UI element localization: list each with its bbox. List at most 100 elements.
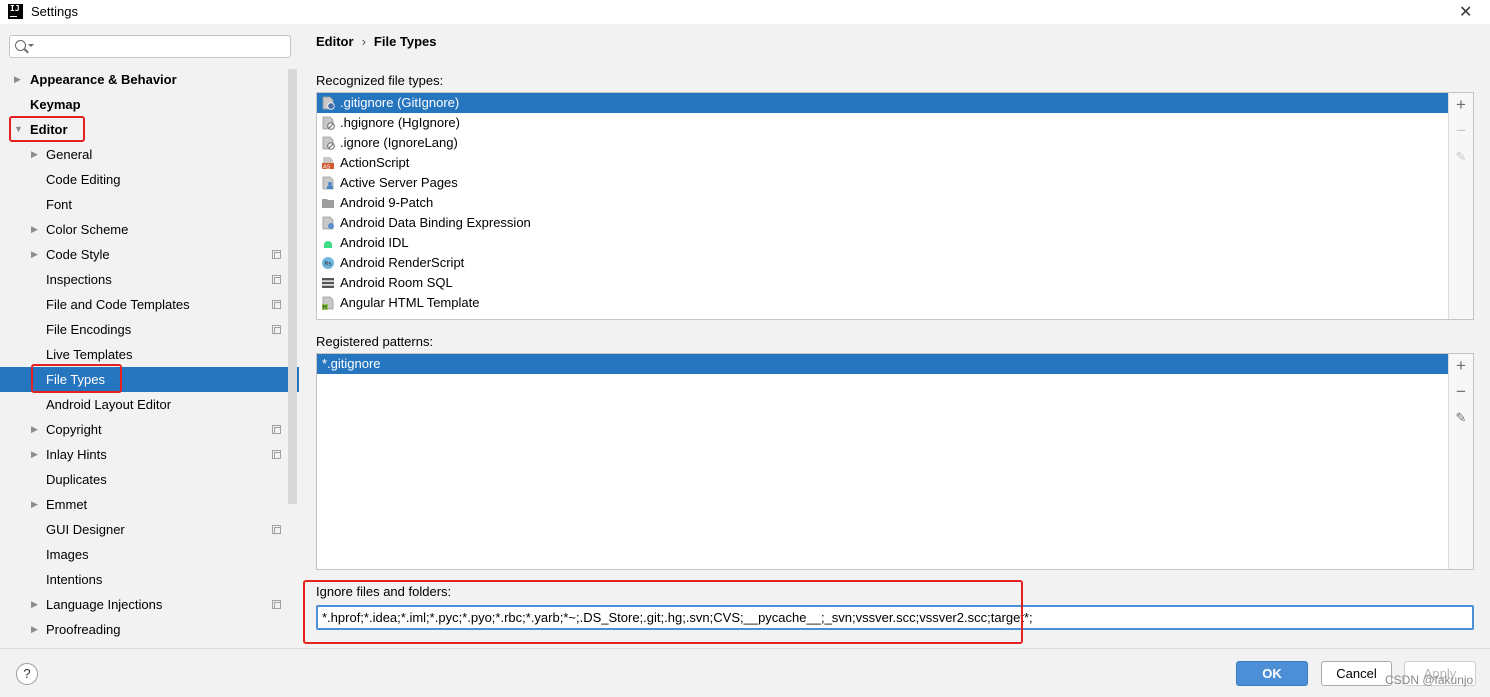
settings-sidebar: ▶ Appearance & Behavior Keymap ▼ Editor ▶ Gene… — [0, 24, 299, 648]
project-level-icon — [272, 425, 281, 434]
sidebar-item-label: Language Injections — [46, 597, 163, 612]
sidebar-item-label: File Types — [46, 372, 106, 387]
pattern-value: *.gitignore — [322, 356, 381, 371]
breadcrumb-parent[interactable]: Editor — [316, 34, 354, 49]
file-type-name: ActionScript — [340, 155, 410, 170]
gitignore-icon — [321, 96, 335, 110]
folder-icon — [321, 196, 335, 210]
file-type-row[interactable]: .ignore (IgnoreLang) — [317, 133, 1449, 153]
ignore-files-input[interactable] — [322, 609, 1462, 626]
ok-button[interactable]: OK — [1236, 661, 1308, 686]
file-type-row[interactable]: .gitignore (GitIgnore) — [317, 93, 1449, 113]
project-level-icon — [272, 250, 281, 259]
file-type-row[interactable]: Android Data Binding Expression — [317, 213, 1449, 233]
file-type-row[interactable]: Rs Android RenderScript — [317, 253, 1449, 273]
android-icon — [321, 236, 335, 250]
sidebar-item-intentions[interactable]: Intentions — [0, 567, 299, 592]
sidebar-item-appearance-behavior[interactable]: ▶ Appearance & Behavior — [0, 67, 299, 92]
file-type-row[interactable]: AS ActionScript — [317, 153, 1449, 173]
sidebar-item-label: File Encodings — [46, 322, 132, 337]
file-type-name: .hgignore (HgIgnore) — [340, 115, 460, 130]
file-type-name: .gitignore (GitIgnore) — [340, 95, 460, 110]
file-types-rows: .gitignore (GitIgnore) .hgignore (HgIgnor… — [317, 93, 1449, 319]
sidebar-item-file-and-code-templates[interactable]: File and Code Templates — [0, 292, 299, 317]
chevron-right-icon[interactable]: ▶ — [31, 417, 38, 442]
sidebar-item-general[interactable]: ▶ General — [0, 142, 299, 167]
chevron-right-icon[interactable]: ▶ — [31, 142, 38, 167]
chevron-right-icon[interactable]: ▶ — [31, 492, 38, 517]
sidebar-item-copyright[interactable]: ▶ Copyright — [0, 417, 299, 442]
registered-patterns-list[interactable]: *.gitignore + − ✎ — [316, 353, 1474, 570]
project-level-icon — [272, 525, 281, 534]
project-level-icon — [272, 450, 281, 459]
ignore-files-field[interactable] — [316, 605, 1474, 630]
file-type-row[interactable]: Android IDL — [317, 233, 1449, 253]
sidebar-item-proofreading[interactable]: ▶ Proofreading — [0, 617, 299, 642]
sidebar-item-emmet[interactable]: ▶ Emmet — [0, 492, 299, 517]
sidebar-item-gui-designer[interactable]: GUI Designer — [0, 517, 299, 542]
file-type-row[interactable]: .hgignore (HgIgnore) — [317, 113, 1449, 133]
ignore-files-label: Ignore files and folders: — [316, 584, 452, 599]
file-type-name: Android IDL — [340, 235, 409, 250]
sidebar-item-live-templates[interactable]: Live Templates — [0, 342, 299, 367]
file-type-row[interactable]: H Angular HTML Template — [317, 293, 1449, 313]
sidebar-item-font[interactable]: Font — [0, 192, 299, 217]
add-file-type-button[interactable]: + — [1453, 96, 1469, 113]
add-pattern-button[interactable]: + — [1453, 357, 1469, 374]
sidebar-item-code-style[interactable]: ▶ Code Style — [0, 242, 299, 267]
sidebar-item-android-layout-editor[interactable]: Android Layout Editor — [0, 392, 299, 417]
window-title: Settings — [31, 4, 78, 19]
file-type-row[interactable]: Android Room SQL — [317, 273, 1449, 293]
sidebar-item-color-scheme[interactable]: ▶ Color Scheme — [0, 217, 299, 242]
sidebar-item-inlay-hints[interactable]: ▶ Inlay Hints — [0, 442, 299, 467]
pattern-row[interactable]: *.gitignore — [317, 354, 1449, 374]
chevron-right-icon[interactable]: ▶ — [31, 442, 38, 467]
registered-patterns-label: Registered patterns: — [316, 334, 434, 349]
sidebar-item-keymap[interactable]: Keymap — [0, 92, 299, 117]
chevron-right-icon[interactable]: ▶ — [31, 242, 38, 267]
chevron-right-icon[interactable]: ▶ — [14, 67, 21, 92]
sidebar-item-images[interactable]: Images — [0, 542, 299, 567]
cancel-button[interactable]: Cancel — [1321, 661, 1392, 686]
breadcrumb-current: File Types — [373, 34, 437, 49]
sidebar-item-label: Inspections — [46, 272, 112, 287]
sidebar-item-label: Intentions — [46, 572, 103, 587]
file-type-row[interactable]: Active Server Pages — [317, 173, 1449, 193]
sidebar-item-label: Keymap — [30, 97, 81, 112]
help-button[interactable]: ? — [16, 663, 38, 685]
sidebar-item-file-types[interactable]: File Types — [0, 367, 299, 392]
project-level-icon — [272, 325, 281, 334]
sidebar-item-editor[interactable]: ▼ Editor — [0, 117, 299, 142]
edit-pattern-button[interactable]: ✎ — [1453, 410, 1469, 426]
recognized-file-types-label: Recognized file types: — [316, 73, 444, 88]
sidebar-item-inspections[interactable]: Inspections — [0, 267, 299, 292]
sidebar-item-label: GUI Designer — [46, 522, 125, 537]
sidebar-item-code-editing[interactable]: Code Editing — [0, 167, 299, 192]
edit-file-type-button[interactable]: ✎ — [1453, 149, 1469, 165]
search-input[interactable] — [32, 38, 284, 55]
file-type-name: Android Room SQL — [340, 275, 453, 290]
sidebar-scrollbar[interactable] — [288, 69, 297, 504]
breadcrumb: Editor › File Types — [316, 34, 437, 49]
sidebar-item-duplicates[interactable]: Duplicates — [0, 467, 299, 492]
remove-file-type-button[interactable]: − — [1453, 122, 1469, 139]
file-type-row[interactable]: Android 9-Patch — [317, 193, 1449, 213]
sidebar-item-file-encodings[interactable]: File Encodings — [0, 317, 299, 342]
dialog-footer: ? OK Cancel Apply CSDN @fakunjo — [0, 648, 1490, 697]
close-icon[interactable]: ✕ — [1459, 2, 1472, 22]
chevron-down-icon[interactable]: ▼ — [14, 117, 23, 142]
svg-text:H: H — [323, 305, 327, 310]
title-bar: IJ Settings ✕ — [0, 0, 1490, 24]
remove-pattern-button[interactable]: − — [1453, 383, 1469, 400]
sidebar-item-label: Live Templates — [46, 347, 133, 362]
chevron-right-icon[interactable]: ▶ — [31, 217, 38, 242]
asp-icon — [321, 176, 335, 190]
settings-search-field[interactable] — [9, 35, 291, 58]
chevron-right-icon[interactable]: ▶ — [31, 592, 38, 617]
sidebar-item-label: Code Style — [46, 247, 110, 262]
sidebar-item-language-injections[interactable]: ▶ Language Injections — [0, 592, 299, 617]
search-icon — [15, 40, 34, 51]
chevron-right-icon[interactable]: ▶ — [31, 617, 38, 642]
recognized-file-types-list[interactable]: .gitignore (GitIgnore) .hgignore (HgIgnor… — [316, 92, 1474, 320]
file-type-name: Active Server Pages — [340, 175, 458, 190]
